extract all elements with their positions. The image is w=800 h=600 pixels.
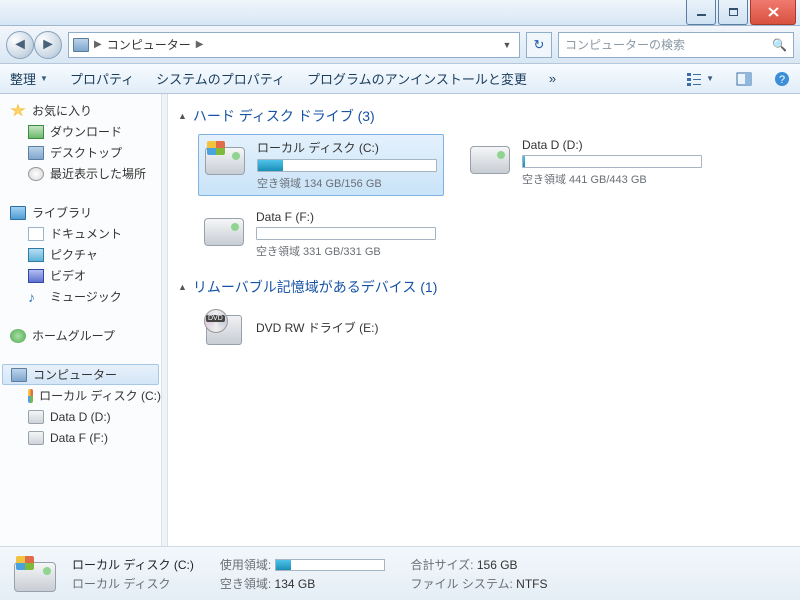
help-button[interactable]: ? <box>774 71 790 87</box>
sidebar-item-drive-f[interactable]: Data F (F:) <box>0 427 161 448</box>
libraries-icon <box>10 206 26 220</box>
navigation-pane: お気に入り ダウンロード デスクトップ 最近表示した場所 ライブラリ ドキュメン… <box>0 94 162 546</box>
details-used-bar <box>275 559 385 571</box>
details-subtitle: ローカル ディスク <box>72 575 194 592</box>
window-titlebar <box>0 0 800 26</box>
maximize-icon <box>729 8 738 16</box>
drive-icon <box>28 431 44 445</box>
videos-icon <box>28 269 44 283</box>
document-icon <box>28 227 44 241</box>
chevron-down-icon: ▼ <box>40 74 48 83</box>
search-input[interactable]: コンピューターの検索 🔍 <box>558 32 794 58</box>
view-menu[interactable]: ▼ <box>686 71 714 87</box>
forward-button[interactable]: ► <box>34 31 62 59</box>
sidebar-item-recent[interactable]: 最近表示した場所 <box>0 163 161 184</box>
drive-usage-bar <box>256 227 436 240</box>
sidebar-item-pictures[interactable]: ピクチャ <box>0 244 161 265</box>
drive-d[interactable]: Data D (D:) 空き領域 441 GB/443 GB <box>464 134 710 196</box>
group-header-hdd[interactable]: ▲ハード ディスク ドライブ (3) <box>178 106 790 126</box>
star-icon <box>10 104 26 118</box>
view-icon <box>686 71 702 87</box>
system-properties-button[interactable]: システムのプロパティ <box>156 69 285 88</box>
content-pane: ▲ハード ディスク ドライブ (3) ローカル ディスク (C:) 空き領域 1… <box>168 94 800 546</box>
navigation-bar: ◄ ► ▶ コンピューター ▶ ▼ ↻ コンピューターの検索 🔍 <box>0 26 800 64</box>
help-icon: ? <box>774 71 790 87</box>
drive-name: Data F (F:) <box>256 210 440 224</box>
details-total-label: 合計サイズ: <box>411 558 474 572</box>
music-icon: ♪ <box>28 290 44 304</box>
organize-menu[interactable]: 整理▼ <box>10 69 48 88</box>
drive-f[interactable]: Data F (F:) 空き領域 331 GB/331 GB <box>198 206 444 263</box>
sidebar-item-drive-d[interactable]: Data D (D:) <box>0 406 161 427</box>
chevron-down-icon: ▼ <box>706 74 714 83</box>
computer-icon <box>73 38 89 52</box>
homegroup-icon <box>10 329 26 343</box>
details-drive-icon <box>12 554 58 594</box>
desktop-icon <box>28 146 44 160</box>
drive-name: Data D (D:) <box>522 138 706 152</box>
sidebar-item-desktop[interactable]: デスクトップ <box>0 142 161 163</box>
drive-free-text: 空き領域 441 GB/443 GB <box>522 171 706 187</box>
breadcrumb-dropdown-icon[interactable]: ▼ <box>499 40 515 50</box>
sidebar-computer[interactable]: コンピューター <box>2 364 159 385</box>
chevron-right-icon: ▶ <box>91 39 105 50</box>
command-bar: 整理▼ プロパティ システムのプロパティ プログラムのアンインストールと変更 »… <box>0 64 800 94</box>
breadcrumb[interactable]: ▶ コンピューター ▶ ▼ <box>68 32 520 58</box>
forward-icon: ► <box>40 36 56 54</box>
sidebar-item-documents[interactable]: ドキュメント <box>0 223 161 244</box>
windows-drive-icon <box>28 389 33 403</box>
sidebar-homegroup[interactable]: ホームグループ <box>0 325 161 346</box>
toolbar-overflow[interactable]: » <box>549 71 556 86</box>
close-icon <box>768 7 779 17</box>
drive-c[interactable]: ローカル ディスク (C:) 空き領域 134 GB/156 GB <box>198 134 444 196</box>
drive-d-icon <box>468 138 512 176</box>
drive-name: ローカル ディスク (C:) <box>257 139 439 156</box>
minimize-button[interactable] <box>686 0 716 25</box>
recent-icon <box>28 167 44 181</box>
preview-pane-icon <box>736 71 752 87</box>
search-placeholder: コンピューターの検索 <box>565 36 685 53</box>
drive-free-text: 空き領域 331 GB/331 GB <box>256 243 440 259</box>
refresh-button[interactable]: ↻ <box>526 32 552 58</box>
drive-usage-bar <box>522 155 702 168</box>
refresh-icon: ↻ <box>534 37 545 53</box>
sidebar-item-drive-c[interactable]: ローカル ディスク (C:) <box>0 385 161 406</box>
sidebar-item-downloads[interactable]: ダウンロード <box>0 121 161 142</box>
drive-free-text: 空き領域 134 GB/156 GB <box>257 175 439 191</box>
drive-icon <box>28 410 44 424</box>
minimize-icon <box>697 14 706 16</box>
svg-text:?: ? <box>779 74 785 86</box>
breadcrumb-item[interactable]: コンピューター <box>107 36 191 53</box>
group-header-removable[interactable]: ▲リムーバブル記憶域があるデバイス (1) <box>178 277 790 297</box>
properties-button[interactable]: プロパティ <box>70 69 134 88</box>
sidebar-item-music[interactable]: ♪ミュージック <box>0 286 161 307</box>
collapse-icon: ▲ <box>178 282 187 292</box>
computer-icon <box>11 368 27 382</box>
search-icon: 🔍 <box>772 38 787 52</box>
sidebar-item-videos[interactable]: ビデオ <box>0 265 161 286</box>
dvd-drive-icon: DVD <box>202 309 246 347</box>
pictures-icon <box>28 248 44 262</box>
drive-c-icon <box>203 139 247 177</box>
details-pane: ローカル ディスク (C:) ローカル ディスク 使用領域: 空き領域: 134… <box>0 546 800 600</box>
uninstall-programs-button[interactable]: プログラムのアンインストールと変更 <box>307 69 527 88</box>
back-button[interactable]: ◄ <box>6 31 34 59</box>
sidebar-favorites-header[interactable]: お気に入り <box>0 100 161 121</box>
details-used-label: 使用領域: <box>220 558 271 572</box>
drive-name: DVD RW ドライブ (E:) <box>256 319 440 336</box>
download-icon <box>28 125 44 139</box>
drive-dvd[interactable]: DVD DVD RW ドライブ (E:) <box>198 305 444 351</box>
details-fs-label: ファイル システム: <box>411 577 513 591</box>
close-button[interactable] <box>750 0 796 25</box>
back-icon: ◄ <box>12 36 28 54</box>
maximize-button[interactable] <box>718 0 748 25</box>
drive-f-icon <box>202 210 246 248</box>
chevron-right-icon: ▶ <box>193 39 207 50</box>
collapse-icon: ▲ <box>178 111 187 121</box>
drive-usage-bar <box>257 159 437 172</box>
sidebar-libraries-header[interactable]: ライブラリ <box>0 202 161 223</box>
details-title: ローカル ディスク (C:) <box>72 556 194 573</box>
details-free-label: 空き領域: <box>220 577 271 591</box>
preview-pane-button[interactable] <box>736 71 752 87</box>
